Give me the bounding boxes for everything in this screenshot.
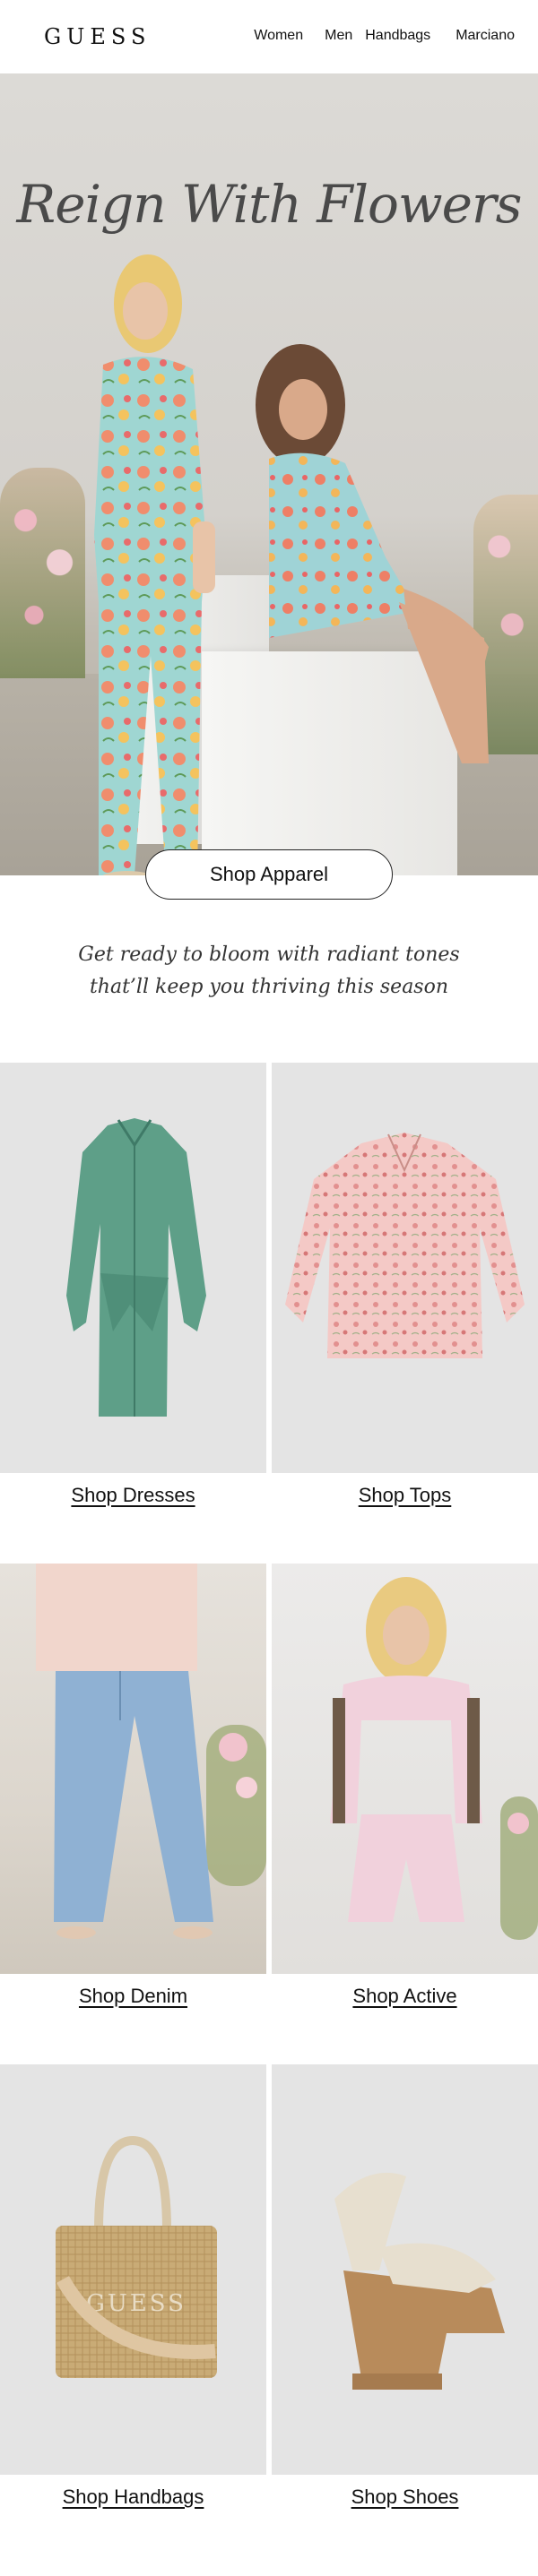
category-tops[interactable]: Shop Tops — [272, 1063, 538, 1564]
shoe-illustration — [334, 2172, 505, 2390]
category-active[interactable]: Shop Active — [272, 1564, 538, 2064]
category-row: GUESS Shop Handbags Shop Shoes — [0, 2064, 538, 2565]
dress-product-image[interactable] — [0, 1063, 266, 1473]
nav-men[interactable]: Men — [325, 28, 352, 44]
denim-product-image[interactable] — [0, 1564, 266, 1974]
email-header: GUESS Women Men Handbags Marciano — [0, 0, 538, 73]
shop-apparel-button[interactable]: Shop Apparel — [145, 849, 393, 900]
nav-women[interactable]: Women — [254, 28, 303, 44]
category-denim[interactable]: Shop Denim — [0, 1564, 266, 2064]
handbag-logo-text: GUESS — [86, 2290, 187, 2317]
shop-dresses-link[interactable]: Shop Dresses — [0, 1484, 266, 1507]
category-row: Shop Denim Shop Active — [0, 1564, 538, 2064]
hero-title: Reign With Flowers — [16, 174, 523, 235]
category-grid: Shop Dresses Shop Tops Shop Denim Shop A… — [0, 1063, 538, 2565]
shop-denim-link[interactable]: Shop Denim — [0, 1985, 266, 2008]
shop-active-link[interactable]: Shop Active — [272, 1985, 538, 2008]
denim-illustration — [36, 1564, 266, 1939]
model-right-figure — [256, 344, 489, 763]
top-product-image[interactable] — [272, 1063, 538, 1473]
category-handbags[interactable]: GUESS Shop Handbags — [0, 2064, 266, 2565]
hero-image[interactable]: Reign With Flowers — [0, 73, 538, 875]
tagline: Get ready to bloom with radiant tones th… — [0, 939, 538, 1004]
nav-marciano[interactable]: Marciano — [456, 28, 515, 44]
shoe-product-image[interactable] — [272, 2064, 538, 2475]
category-shoes[interactable]: Shop Shoes — [272, 2064, 538, 2565]
top-nav: Women Men Handbags Marciano — [254, 28, 515, 44]
dress-illustration — [66, 1118, 206, 1417]
category-row: Shop Dresses Shop Tops — [0, 1063, 538, 1564]
tagline-line-2: that’ll keep you thriving this season — [89, 976, 449, 998]
active-illustration — [330, 1577, 538, 1940]
active-product-image[interactable] — [272, 1564, 538, 1974]
shop-shoes-link[interactable]: Shop Shoes — [272, 2486, 538, 2509]
handbag-product-image[interactable]: GUESS — [0, 2064, 266, 2475]
nav-handbags[interactable]: Handbags — [365, 28, 430, 44]
category-dresses[interactable]: Shop Dresses — [0, 1063, 266, 1564]
tagline-line-1: Get ready to bloom with radiant tones — [78, 943, 460, 966]
brand-logo[interactable]: GUESS — [44, 24, 151, 49]
handbag-illustration: GUESS — [56, 2135, 217, 2378]
shop-handbags-link[interactable]: Shop Handbags — [0, 2486, 266, 2509]
shop-tops-link[interactable]: Shop Tops — [272, 1484, 538, 1507]
model-left-figure — [94, 254, 215, 875]
top-illustration — [285, 1133, 525, 1358]
